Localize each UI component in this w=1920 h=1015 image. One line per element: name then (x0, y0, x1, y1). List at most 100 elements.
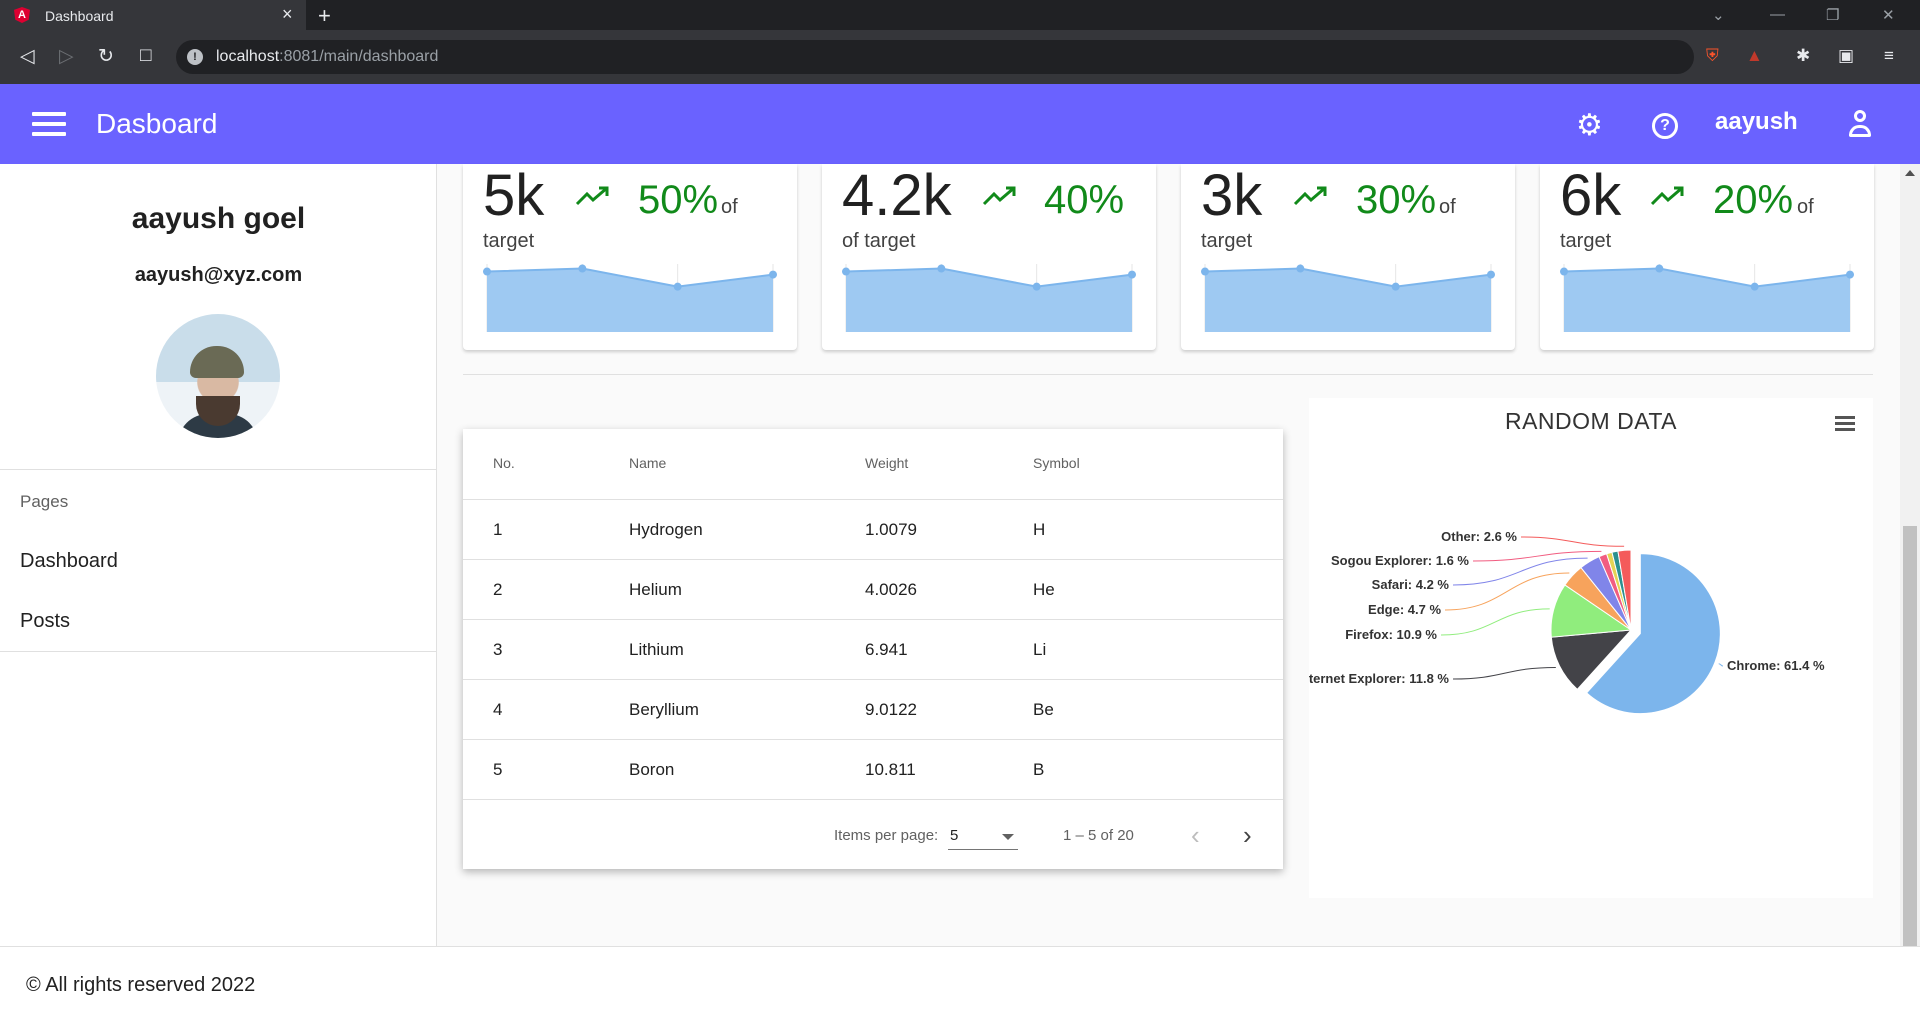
trending-up-icon (1293, 186, 1327, 206)
sparkline-point (842, 267, 850, 276)
pie-data-label: Sogou Explorer: 1.6 % (1331, 553, 1469, 568)
sparkline-point (1655, 264, 1664, 273)
stat-value: 3k (1201, 163, 1263, 228)
wallet-icon[interactable]: ▣ (1838, 46, 1854, 66)
footer: © All rights reserved 2022 (0, 946, 1920, 1015)
table-row[interactable]: 4 Beryllium 9.0122 Be (463, 679, 1283, 739)
restore-icon[interactable]: ❐ (1826, 6, 1839, 24)
menu-icon[interactable] (32, 112, 66, 136)
copyright-text: © All rights reserved 2022 (26, 974, 256, 996)
browser-tab-title: Dashboard (45, 8, 114, 24)
cell-weight: 10.811 (865, 760, 916, 779)
pie-chart: Chrome: 61.4 % Internet Explorer: 11.8 % F… (1309, 529, 1825, 715)
stat-of-label: of (721, 196, 738, 218)
profile-email: aayush@xyz.com (134, 264, 303, 286)
column-header-name[interactable]: Name (629, 455, 666, 471)
browser-tab-bar: A Dashboard × + ⌄ — ❐ ✕ (0, 0, 1920, 30)
chart-context-menu-icon[interactable] (1835, 416, 1855, 432)
stat-percent: 30% (1356, 178, 1437, 222)
cell-no: 5 (493, 760, 503, 779)
previous-page-button[interactable]: ‹ (1191, 820, 1200, 851)
stat-percent: 20% (1713, 178, 1794, 222)
stat-target-label: of target (842, 230, 916, 252)
items-per-page-label: Items per page: (834, 827, 939, 844)
profile-name: aayush goel (131, 202, 306, 235)
reload-icon[interactable]: ↻ (98, 45, 114, 68)
browser-tab[interactable]: A Dashboard × (0, 0, 306, 30)
close-window-icon[interactable]: ✕ (1882, 6, 1895, 24)
close-tab-icon[interactable]: × (282, 5, 293, 23)
cell-name: Helium (629, 580, 682, 599)
new-tab-button[interactable]: + (318, 3, 331, 29)
elements-table: No. Name Weight Symbol 1 Hydrogen 1.0079… (463, 429, 1283, 869)
sparkline-point (769, 270, 777, 279)
pie-data-label: Internet Explorer: 11.8 % (1309, 671, 1449, 686)
tab-search-chevron-icon[interactable]: ⌄ (1712, 6, 1725, 24)
table-row[interactable]: 3 Lithium 6.941 Li (463, 619, 1283, 679)
bookmark-icon[interactable]: □ (140, 45, 151, 67)
extensions-icon[interactable]: ✱ (1796, 46, 1810, 66)
pie-connector (1440, 608, 1550, 636)
minimize-icon[interactable]: — (1770, 6, 1785, 23)
pie-connector (1520, 536, 1625, 547)
username-label[interactable]: aayush (1715, 108, 1798, 136)
stat-value: 4.2k (842, 163, 952, 228)
brave-shield-icon[interactable]: ⛨ (1706, 46, 1719, 66)
user-account-icon[interactable] (1848, 110, 1872, 138)
cell-name: Beryllium (629, 700, 699, 719)
sparkline-point (1560, 267, 1568, 276)
table-row[interactable]: 1 Hydrogen 1.0079 H (463, 499, 1283, 559)
browser-menu-icon[interactable]: ≡ (1884, 46, 1894, 66)
address-bar-row: ◁ ▷ ↻ □ ! localhost:8081/main/dashboard … (0, 30, 1920, 84)
stat-percent: 40% (1044, 178, 1125, 222)
app-toolbar: Dasboard ⚙ ? aayush (0, 84, 1920, 164)
column-header-symbol[interactable]: Symbol (1033, 455, 1080, 471)
cell-name: Boron (629, 760, 675, 779)
stat-value: 6k (1560, 163, 1622, 228)
settings-gear-icon[interactable]: ⚙ (1576, 108, 1603, 143)
table-row[interactable]: 2 Helium 4.0026 He (463, 559, 1283, 619)
next-page-button[interactable]: › (1243, 820, 1252, 851)
sidebar-divider (0, 469, 437, 470)
avatar (156, 314, 280, 438)
trending-up-icon (1650, 186, 1684, 206)
cell-no: 3 (493, 640, 503, 659)
site-info-icon[interactable]: ! (187, 49, 203, 65)
forward-icon[interactable]: ▷ (59, 45, 74, 68)
sparkline-point (1487, 270, 1495, 279)
sparkline-chart (842, 264, 1136, 332)
column-header-weight[interactable]: Weight (865, 455, 908, 471)
sparkline-chart (1560, 264, 1854, 332)
cell-name: Lithium (629, 640, 684, 659)
page-range-label: 1 – 5 of 20 (1063, 827, 1134, 844)
sidebar-divider (0, 651, 437, 652)
pie-data-label: Chrome: 61.4 % (1727, 658, 1825, 673)
url-field[interactable]: ! localhost:8081/main/dashboard (176, 40, 1694, 74)
cell-symbol: Be (1033, 700, 1054, 719)
stat-target-label: target (1201, 230, 1253, 252)
items-per-page-select[interactable]: 5 (948, 824, 1018, 850)
cell-no: 1 (493, 520, 503, 539)
column-header-no[interactable]: No. (493, 455, 515, 471)
url-path: :8081/main/dashboard (279, 48, 439, 65)
sidebar-section-label: Pages (20, 492, 69, 511)
items-per-page-value: 5 (950, 827, 959, 844)
stat-value: 5k (483, 163, 545, 228)
back-icon[interactable]: ◁ (20, 45, 35, 68)
sidebar-item-posts[interactable]: Posts (20, 610, 70, 633)
sidebar-item-dashboard[interactable]: Dashboard (20, 550, 118, 573)
sparkline-point (1750, 282, 1759, 291)
pie-connector (1452, 666, 1556, 680)
pie-connector (1718, 663, 1724, 667)
help-icon[interactable]: ? (1652, 113, 1678, 139)
scrollbar-thumb[interactable] (1903, 526, 1917, 946)
scroll-up-arrow-icon[interactable] (1905, 170, 1915, 176)
table-row[interactable]: 5 Boron 10.811 B (463, 739, 1283, 799)
stat-card: 4.2k 40% of target (822, 164, 1156, 350)
url-text: localhost:8081/main/dashboard (216, 48, 438, 66)
cell-symbol: Li (1033, 640, 1047, 659)
stat-of-label: of (1439, 196, 1456, 218)
brave-rewards-icon[interactable]: ▲ (1746, 46, 1763, 66)
stat-percent: 50% (638, 178, 719, 222)
angular-favicon-icon: A (14, 7, 30, 23)
